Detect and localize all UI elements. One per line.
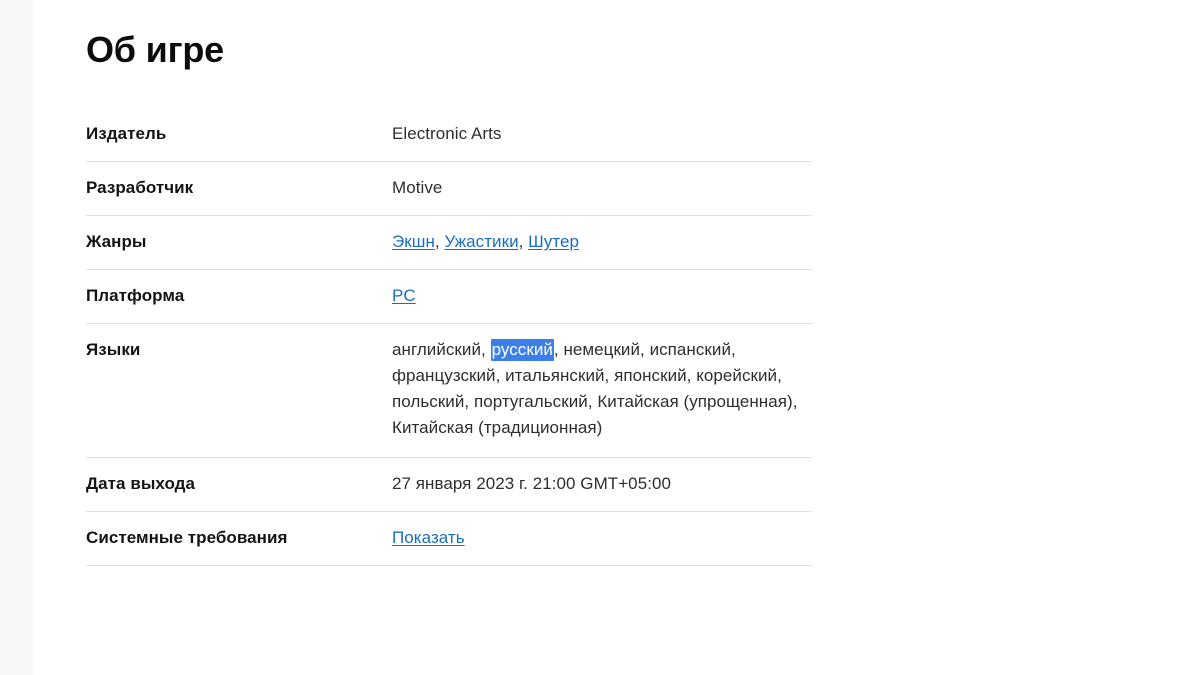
languages-selected-text[interactable]: русский	[490, 339, 554, 361]
platform-link-pc[interactable]: PC	[392, 286, 416, 305]
genre-separator-2: ,	[518, 232, 529, 251]
genre-separator-1: ,	[434, 232, 445, 251]
system-requirements-show-link[interactable]: Показать	[392, 528, 465, 547]
about-game-panel: Об игре Издатель Electronic Arts Разрабо…	[86, 0, 812, 566]
table-row-languages: Языки английский, русский, немецкий, исп…	[86, 324, 812, 458]
row-label-publisher: Издатель	[86, 124, 167, 143]
row-label-release-date: Дата выхода	[86, 474, 196, 493]
left-gutter-strip	[0, 0, 32, 675]
row-label-genres: Жанры	[86, 232, 147, 251]
languages-text-before-selection: английский,	[392, 340, 491, 359]
genre-link-shooter[interactable]: Шутер	[528, 232, 579, 251]
row-value-system-requirements: Показать	[392, 512, 812, 565]
table-row-system-requirements: Системные требования Показать	[86, 512, 812, 566]
row-value-publisher: Electronic Arts	[392, 124, 502, 143]
row-label-platform: Платформа	[86, 286, 185, 305]
row-value-developer: Motive	[392, 178, 443, 197]
row-label-developer: Разработчик	[86, 178, 194, 197]
table-row-release-date: Дата выхода 27 января 2023 г. 21:00 GMT+…	[86, 458, 812, 512]
row-value-release-date: 27 января 2023 г. 21:00 GMT+05:00	[392, 474, 671, 493]
table-row-publisher: Издатель Electronic Arts	[86, 108, 812, 162]
row-value-languages[interactable]: английский, русский, немецкий, испанский…	[392, 324, 812, 457]
table-row-developer: Разработчик Motive	[86, 162, 812, 216]
game-info-table: Издатель Electronic Arts Разработчик Mot…	[86, 108, 812, 566]
row-value-platform: PC	[392, 270, 812, 323]
row-label-languages: Языки	[86, 340, 141, 359]
row-value-genres: Экшн, Ужастики, Шутер	[392, 216, 812, 269]
genre-link-horror[interactable]: Ужастики	[444, 232, 518, 251]
genre-link-action[interactable]: Экшн	[392, 232, 435, 251]
row-label-system-requirements: Системные требования	[86, 528, 288, 547]
table-row-platform: Платформа PC	[86, 270, 812, 324]
table-row-genres: Жанры Экшн, Ужастики, Шутер	[86, 216, 812, 270]
page-title: Об игре	[86, 29, 224, 70]
